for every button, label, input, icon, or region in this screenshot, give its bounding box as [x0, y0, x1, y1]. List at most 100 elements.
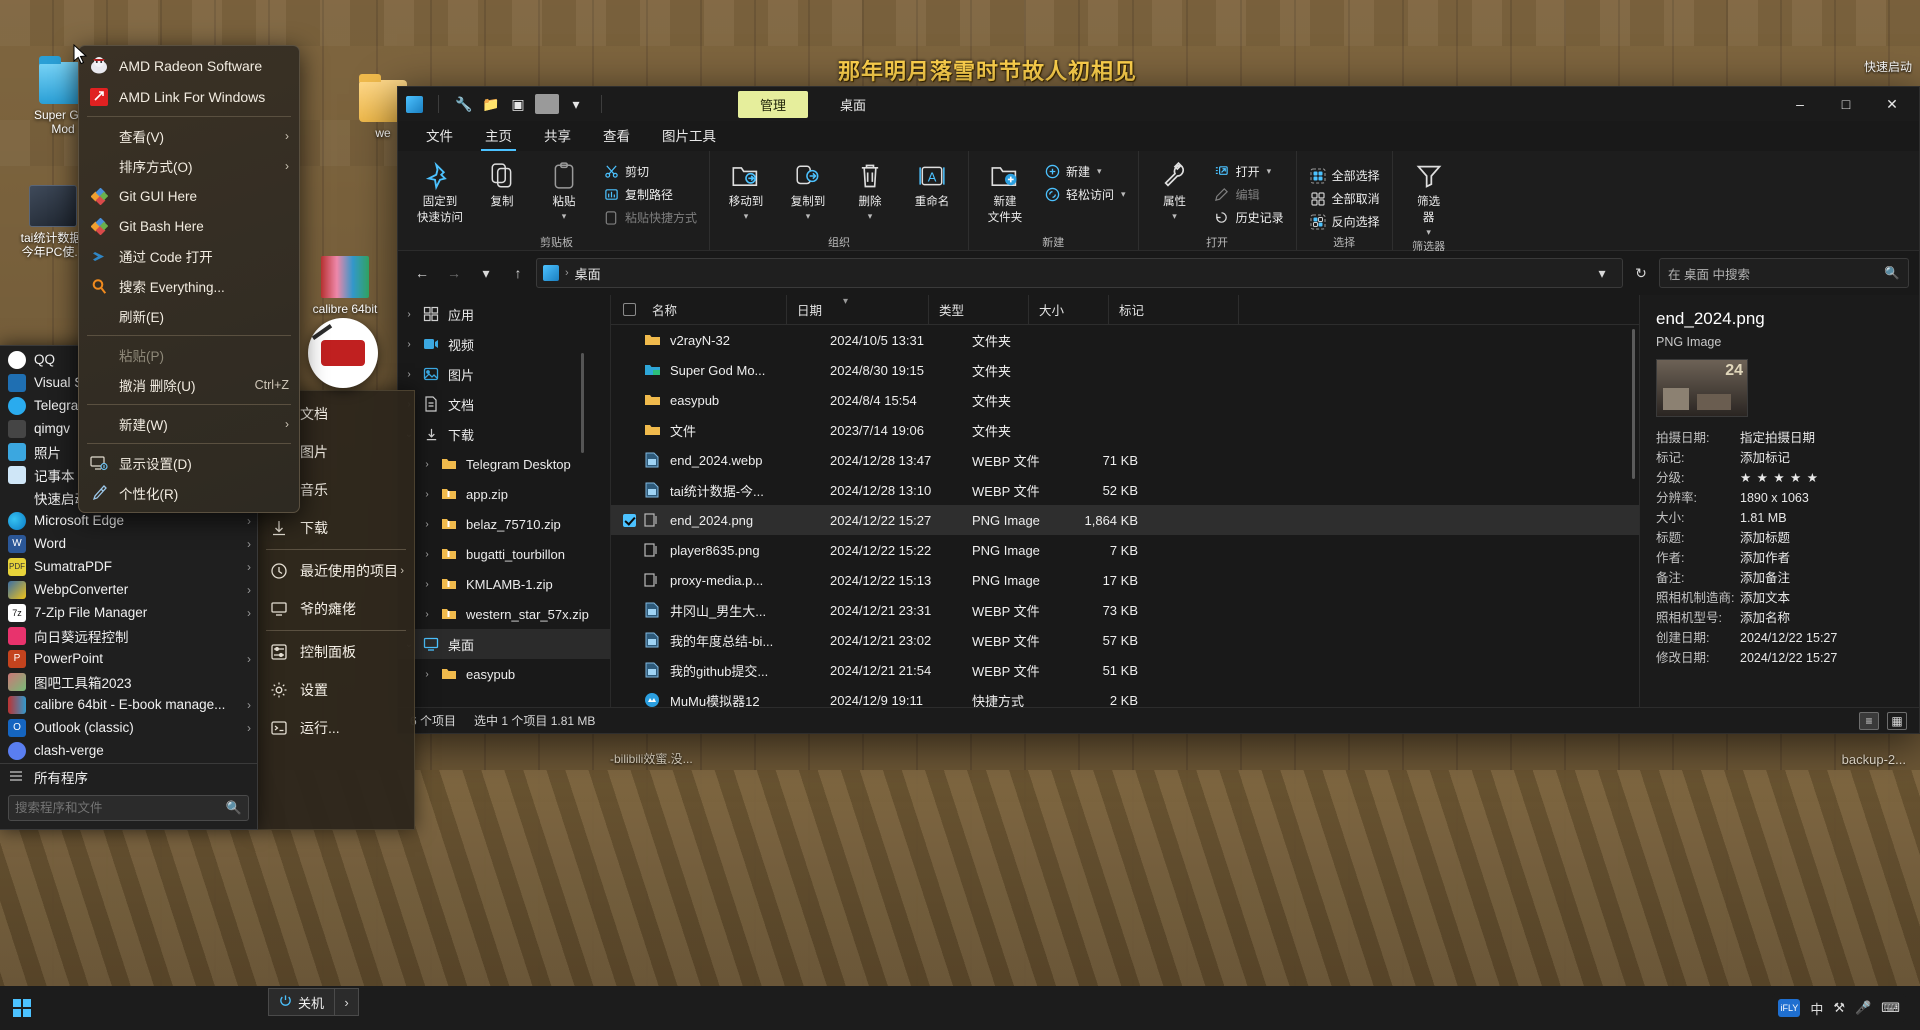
new-folder-button[interactable]: 新建 文件夹 [975, 157, 1035, 227]
grey-box-icon[interactable] [535, 94, 559, 114]
context-item-amd-radeon-software[interactable]: AMD Radeon Software [79, 50, 299, 81]
ribbon-tab-file[interactable]: 文件 [412, 121, 467, 151]
chevron-right-icon[interactable]: › [247, 514, 251, 528]
close-button[interactable]: ✕ [1869, 87, 1915, 121]
table-row[interactable]: v2rayN-32 2024/10/5 13:31 文件夹 [611, 325, 1639, 355]
edit-button[interactable]: 编辑 [1209, 184, 1288, 205]
row-checkbox[interactable] [623, 513, 636, 527]
nav-item-app-zip[interactable]: › app.zip [398, 479, 610, 509]
pin-to-quick-access-button[interactable]: 固定到 快速访问 [410, 157, 470, 227]
ribbon-tab-share[interactable]: 共享 [530, 121, 585, 151]
rating-stars[interactable]: ★ ★ ★ ★ ★ [1740, 469, 1819, 488]
new-folder-icon[interactable]: 📁 [481, 94, 501, 114]
shutdown-options-button[interactable]: › [335, 988, 360, 1016]
row-checkbox[interactable] [623, 394, 636, 407]
microphone-icon[interactable]: 🎤 [1855, 1000, 1871, 1016]
delete-button[interactable]: 删除 ▾ [840, 157, 900, 222]
easy-access-button[interactable]: 轻松访问 ▾ [1039, 184, 1130, 205]
context-item-amd-link-for-windows[interactable]: AMD Link For Windows [79, 81, 299, 112]
field-value[interactable]: 添加名称 [1740, 609, 1790, 628]
row-checkbox[interactable] [623, 604, 636, 617]
paste-shortcut-button[interactable]: 粘贴快捷方式 [598, 207, 701, 228]
row-checkbox[interactable] [623, 544, 636, 557]
nav-item-telegram-desktop[interactable]: › Telegram Desktop [398, 449, 610, 479]
paste-button[interactable]: 粘贴 ▾ [534, 157, 594, 222]
context-item-personalize[interactable]: 个性化(R) [79, 478, 299, 508]
start-right-item-downloads[interactable]: 下载 [258, 509, 414, 547]
table-row[interactable]: easypub 2024/8/4 15:54 文件夹 [611, 385, 1639, 415]
context-item-git-gui-here[interactable]: Git GUI Here [79, 181, 299, 211]
column-header-type[interactable]: 类型 [929, 294, 1029, 325]
chevron-down-icon[interactable]: ▾ [1097, 166, 1102, 177]
nav-item-pictures[interactable]: › 图片 [398, 359, 610, 389]
quick-access-toolbar[interactable]: 🔧 📁 ▣ ▾ [406, 94, 610, 114]
row-checkbox[interactable] [623, 664, 636, 677]
chevron-down-icon[interactable]: ▾ [1172, 212, 1177, 221]
start-right-item-control-panel[interactable]: 控制面板 [258, 633, 414, 671]
start-item-clash-verge[interactable]: clash-verge [0, 739, 257, 762]
row-checkbox[interactable] [623, 364, 636, 377]
chevron-right-icon[interactable]: › [285, 129, 289, 143]
start-right-item-computer[interactable]: 爷的瘫佬 [258, 590, 414, 628]
chevron-right-icon[interactable]: › [247, 560, 251, 574]
ime-toolbar[interactable]: iFLY 中 ⚒ 🎤 ⌨ [1772, 994, 1906, 1022]
start-item-word[interactable]: W Word › [0, 532, 257, 555]
field-value[interactable]: 添加标记 [1740, 449, 1790, 468]
field-value[interactable]: 添加文本 [1740, 589, 1790, 608]
context-item-open-with-code[interactable]: 通过 Code 打开 [79, 241, 299, 271]
chevron-right-icon[interactable]: › [400, 565, 404, 577]
copy-to-button[interactable]: 复制到 ▾ [778, 157, 838, 222]
rename-icon[interactable]: ▣ [508, 94, 528, 114]
row-checkbox[interactable] [623, 334, 636, 347]
back-button[interactable]: ← [408, 259, 436, 287]
chevron-right-icon[interactable]: › [285, 417, 289, 431]
start-item-sunlogin[interactable]: 向日葵远程控制 [0, 624, 257, 647]
context-item-search-everything[interactable]: 搜索 Everything... [79, 271, 299, 301]
search-input[interactable]: 在 桌面 中搜索 [1668, 264, 1878, 283]
nav-item-kmlamb-zip[interactable]: › KMLAMB-1.zip [398, 569, 610, 599]
keyboard-icon[interactable]: ⌨ [1881, 1000, 1900, 1016]
chevron-right-icon[interactable]: › [247, 721, 251, 735]
chevron-right-icon[interactable]: › [247, 606, 251, 620]
shutdown-button[interactable]: 关机 [268, 988, 336, 1016]
minimize-button[interactable]: – [1777, 87, 1823, 121]
column-header-tag[interactable]: 标记 [1109, 294, 1239, 325]
wrench-icon[interactable]: 🔧 [454, 94, 474, 114]
tab-desktop[interactable]: 桌面 [818, 91, 888, 118]
table-row[interactable]: 文件 2023/7/14 19:06 文件夹 [611, 415, 1639, 445]
search-input[interactable] [15, 801, 226, 815]
maximize-button[interactable]: □ [1823, 87, 1869, 121]
properties-button[interactable]: 属性 ▾ [1145, 157, 1205, 222]
table-row[interactable]: end_2024.png 2024/12/22 15:27 PNG Image … [611, 505, 1639, 535]
row-checkbox[interactable] [623, 694, 636, 707]
field-value[interactable]: 指定拍摄日期 [1740, 429, 1815, 448]
chevron-right-icon[interactable]: › [416, 669, 438, 680]
column-header-date[interactable]: 日期 [787, 294, 929, 325]
ribbon-tab-picture-tools[interactable]: 图片工具 [648, 121, 730, 151]
chevron-right-icon[interactable]: › [416, 489, 438, 500]
table-row[interactable]: 井冈山_男生大... 2024/12/21 23:31 WEBP 文件 73 K… [611, 595, 1639, 625]
nav-item-videos[interactable]: › 视频 [398, 329, 610, 359]
start-item-tuba-toolbox[interactable]: 图吧工具箱2023 [0, 670, 257, 693]
start-item-powerpoint[interactable]: P PowerPoint › [0, 647, 257, 670]
row-checkbox[interactable] [623, 424, 636, 437]
table-row[interactable]: proxy-media.p... 2024/12/22 15:13 PNG Im… [611, 565, 1639, 595]
nav-item-western-star-zip[interactable]: › western_star_57x.zip [398, 599, 610, 629]
nav-item-desktop[interactable]: ⌄ 桌面 [398, 629, 610, 659]
chevron-right-icon[interactable]: › [247, 583, 251, 597]
row-checkbox[interactable] [623, 454, 636, 467]
table-row[interactable]: 我的github提交... 2024/12/21 21:54 WEBP 文件 5… [611, 655, 1639, 685]
search-box[interactable]: 在 桌面 中搜索 🔍 [1659, 258, 1909, 288]
chevron-right-icon[interactable]: › [398, 369, 420, 380]
row-checkbox[interactable] [623, 574, 636, 587]
chevron-right-icon[interactable]: › [285, 159, 289, 173]
breadcrumb[interactable]: › 桌面 ▾ [536, 258, 1623, 288]
chevron-right-icon[interactable]: › [416, 549, 438, 560]
nav-item-belaz-zip[interactable]: › belaz_75710.zip [398, 509, 610, 539]
ribbon-tab-home[interactable]: 主页 [471, 121, 526, 151]
context-item-new[interactable]: 新建(W) › [79, 409, 299, 439]
chevron-down-icon[interactable]: ▾ [1588, 259, 1616, 287]
nav-item-downloads[interactable]: ⌄ 下载 [398, 419, 610, 449]
tiles-view-button[interactable]: ▦ [1887, 711, 1907, 730]
start-right-item-settings[interactable]: 设置 [258, 671, 414, 709]
